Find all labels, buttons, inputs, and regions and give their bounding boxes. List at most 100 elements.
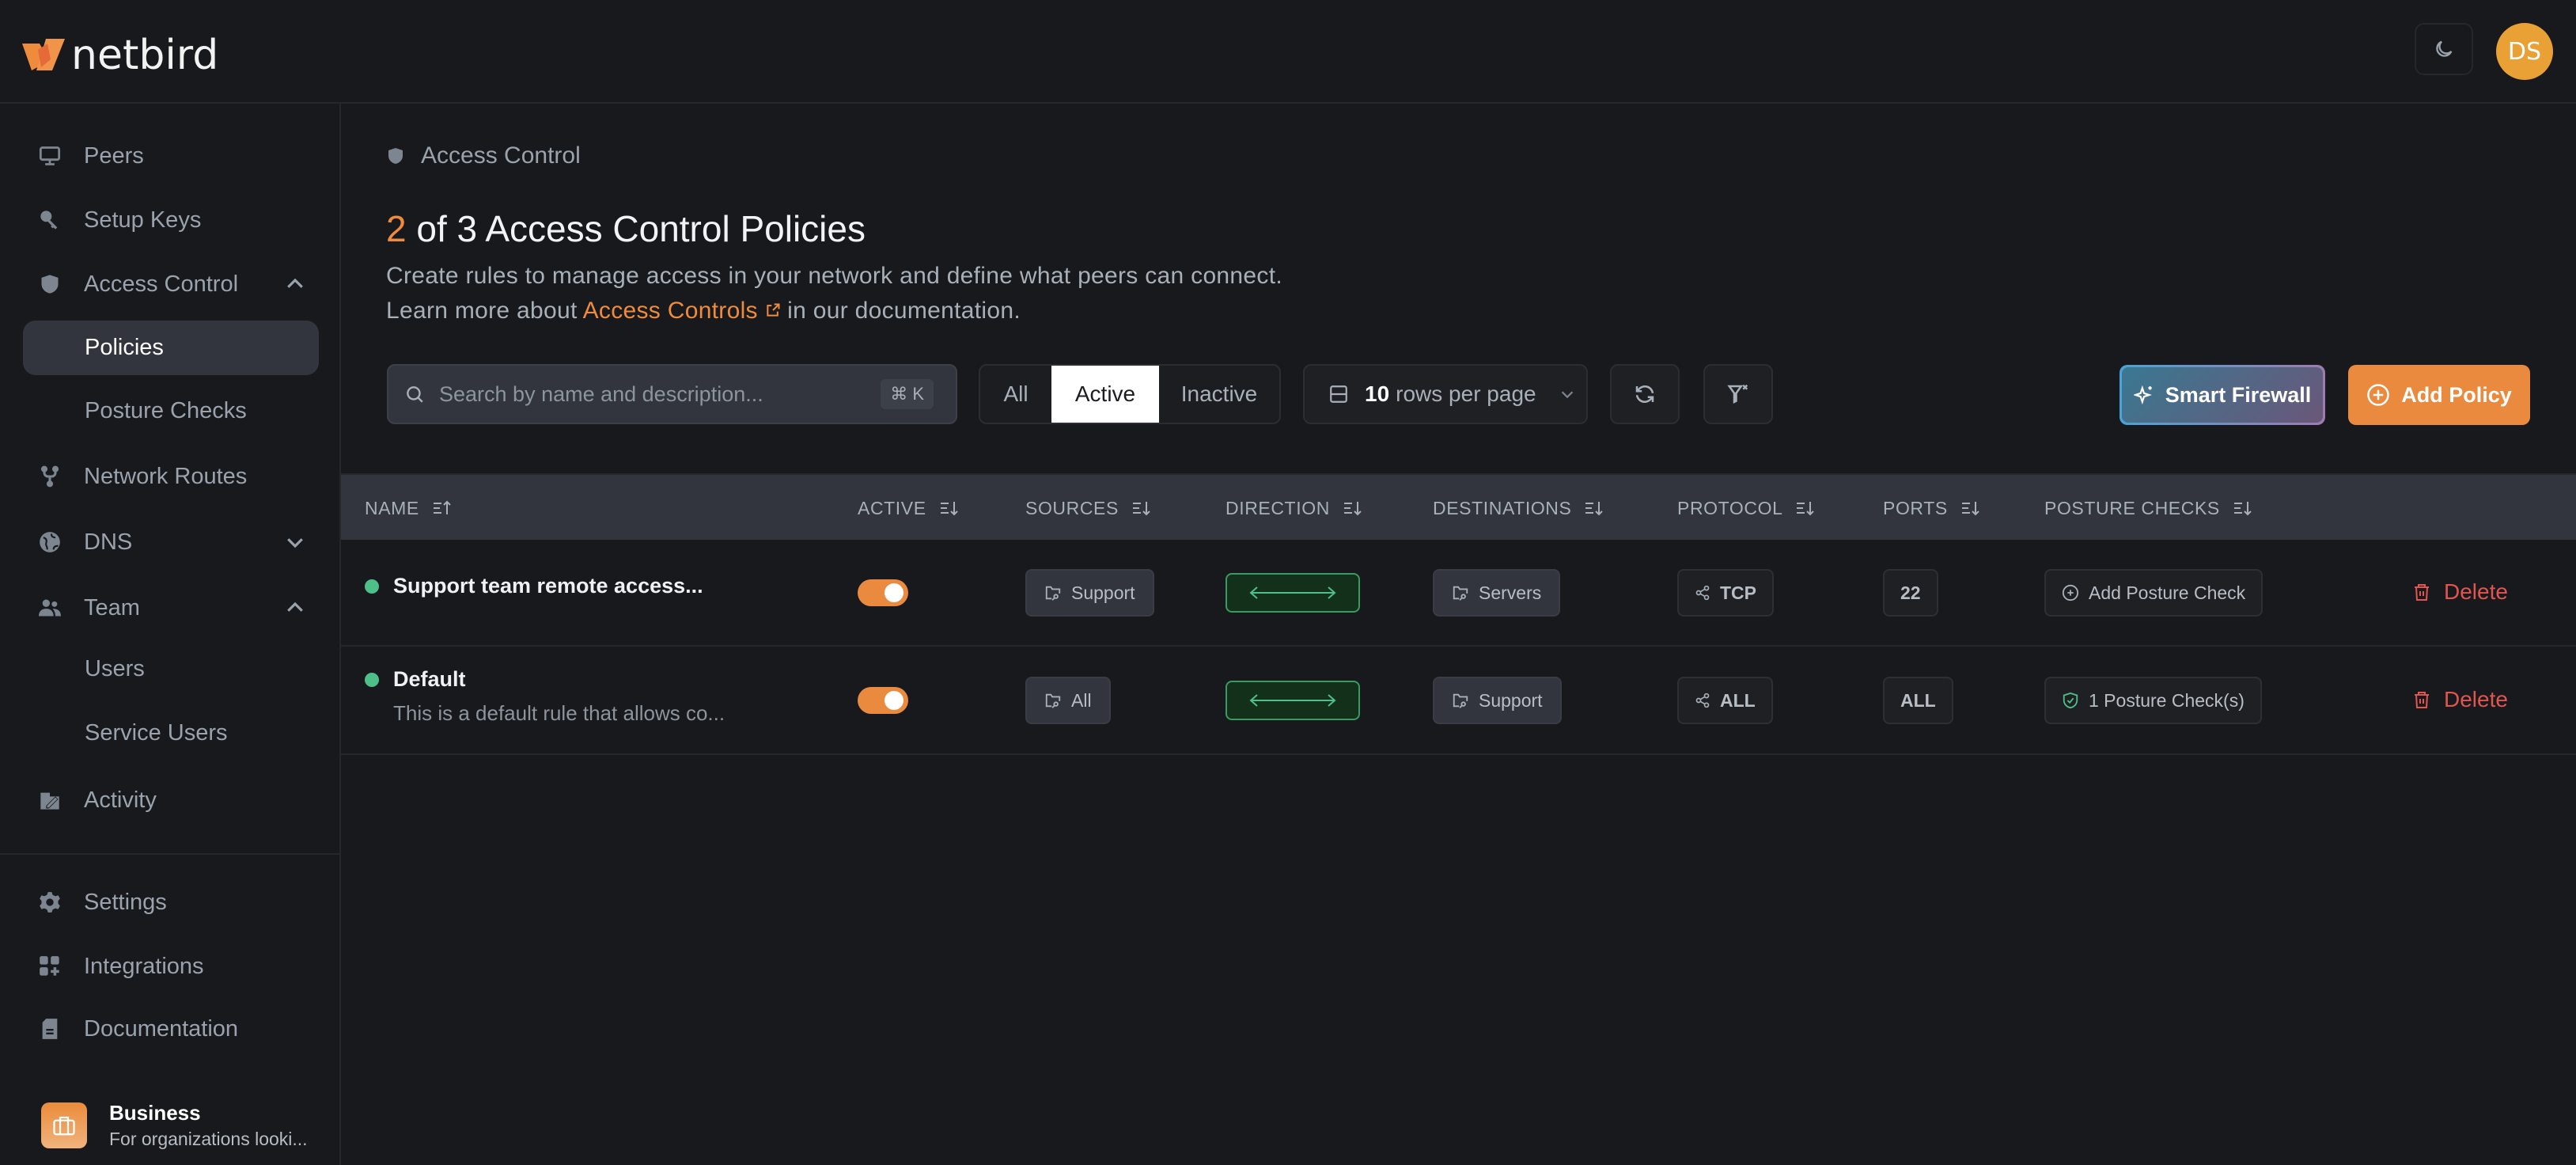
title-text: of 3 Access Control Policies bbox=[406, 208, 866, 249]
delete-cell: Delete bbox=[2412, 687, 2508, 712]
column-header-ports[interactable]: PORTS bbox=[1883, 475, 1981, 541]
column-header-posture-checks[interactable]: POSTURE CHECKS bbox=[2044, 475, 2253, 541]
chevron-up-icon bbox=[287, 278, 303, 288]
app-name: netbird bbox=[71, 32, 219, 79]
status-dot bbox=[365, 579, 379, 594]
delete-button[interactable]: Delete bbox=[2412, 687, 2508, 712]
sidebar-item-label: Integrations bbox=[84, 953, 204, 979]
ports-cell: ALL bbox=[1883, 677, 1953, 724]
column-header-active[interactable]: ACTIVE bbox=[858, 475, 960, 541]
share-nodes-icon bbox=[1695, 585, 1710, 601]
table-header: NAME ACTIVE SOURCES DIRECTION DESTINATIO… bbox=[341, 473, 2576, 540]
status-dot bbox=[365, 672, 379, 687]
trash-icon bbox=[2415, 584, 2429, 601]
policy-name-cell: Default This is a default rule that allo… bbox=[365, 667, 725, 726]
shield-check-icon bbox=[2063, 692, 2078, 709]
page-title: 2 of 3 Access Control Policies bbox=[386, 207, 866, 250]
active-count: 2 bbox=[386, 208, 407, 249]
sidebar-item-settings[interactable]: Settings bbox=[38, 878, 307, 926]
destination-group-chip[interactable]: Servers bbox=[1433, 569, 1561, 617]
policy-name-cell: Support team remote access... bbox=[365, 574, 703, 598]
direction-badge[interactable] bbox=[1225, 681, 1360, 720]
add-policy-button[interactable]: Add Policy bbox=[2348, 365, 2530, 425]
column-header-destinations[interactable]: DESTINATIONS bbox=[1433, 475, 1604, 541]
column-header-name[interactable]: NAME bbox=[365, 475, 453, 541]
policy-name[interactable]: Default bbox=[393, 667, 466, 692]
delete-button[interactable]: Delete bbox=[2412, 579, 2508, 605]
active-toggle[interactable] bbox=[858, 579, 908, 606]
smart-firewall-button[interactable]: Smart Firewall bbox=[2120, 365, 2325, 425]
sidebar-item-documentation[interactable]: Documentation bbox=[38, 1005, 307, 1053]
sidebar-item-label: Network Routes bbox=[84, 463, 248, 489]
sort-descending-icon bbox=[1343, 502, 1362, 516]
trash-icon bbox=[2415, 692, 2429, 708]
plan-card[interactable]: Business For organizations looki... bbox=[41, 1101, 308, 1150]
sidebar-divider bbox=[0, 853, 340, 855]
posture-checks-cell: 1 Posture Check(s) bbox=[2044, 677, 2262, 724]
source-group-chip[interactable]: Support bbox=[1025, 569, 1154, 617]
shield-icon bbox=[388, 148, 403, 164]
rows-per-page-select[interactable]: 10 rows per page bbox=[1303, 364, 1588, 424]
sidebar-item-label: Posture Checks bbox=[85, 398, 247, 423]
posture-checks-badge[interactable]: 1 Posture Check(s) bbox=[2044, 677, 2262, 724]
destination-group-chip[interactable]: Support bbox=[1433, 677, 1562, 724]
table-row[interactable]: Default This is a default rule that allo… bbox=[341, 647, 2576, 755]
table-row[interactable]: Support team remote access... Support Se… bbox=[341, 540, 2576, 647]
active-toggle[interactable] bbox=[858, 687, 908, 714]
moon-icon bbox=[2436, 40, 2453, 57]
sidebar-item-integrations[interactable]: Integrations bbox=[38, 943, 307, 990]
destinations-cell: Servers bbox=[1433, 569, 1561, 617]
column-header-direction[interactable]: DIRECTION bbox=[1225, 475, 1363, 541]
protocol-cell: TCP bbox=[1677, 569, 1774, 617]
sidebar-item-users[interactable]: Users bbox=[23, 642, 319, 696]
sidebar-item-network-routes[interactable]: Network Routes bbox=[38, 453, 307, 500]
activity-edit-icon bbox=[38, 788, 62, 812]
sidebar-item-posture-checks[interactable]: Posture Checks bbox=[23, 384, 319, 438]
filter-all[interactable]: All bbox=[980, 366, 1051, 423]
sidebar-item-peers[interactable]: Peers bbox=[38, 132, 307, 180]
sidebar-item-label: DNS bbox=[84, 529, 133, 555]
sort-descending-icon bbox=[1797, 502, 1815, 516]
search-input[interactable] bbox=[439, 381, 850, 407]
sidebar-item-label: Policies bbox=[85, 335, 164, 360]
column-header-protocol[interactable]: PROTOCOL bbox=[1677, 475, 1816, 541]
refresh-button[interactable] bbox=[1610, 364, 1680, 424]
access-controls-docs-link[interactable]: Access Controls bbox=[583, 298, 781, 324]
search-icon bbox=[407, 386, 423, 403]
sidebar-item-activity[interactable]: Activity bbox=[38, 776, 307, 824]
sort-descending-icon bbox=[940, 502, 958, 516]
add-posture-check-button[interactable]: Add Posture Check bbox=[2044, 569, 2263, 617]
sidebar-item-team[interactable]: Team bbox=[38, 584, 307, 632]
clear-filters-button[interactable] bbox=[1703, 364, 1773, 424]
sidebar-item-setup-keys[interactable]: Setup Keys bbox=[38, 196, 307, 244]
column-header-sources[interactable]: SOURCES bbox=[1025, 475, 1152, 541]
user-avatar[interactable]: DS bbox=[2496, 23, 2553, 80]
sidebar-item-label: Settings bbox=[84, 889, 167, 915]
chevron-up-icon bbox=[287, 601, 303, 612]
protocol-badge: TCP bbox=[1677, 569, 1774, 617]
sidebar-item-service-users[interactable]: Service Users bbox=[23, 706, 319, 761]
users-icon bbox=[38, 596, 62, 620]
direction-badge[interactable] bbox=[1225, 573, 1360, 613]
sources-cell: All bbox=[1025, 677, 1111, 724]
active-cell bbox=[858, 579, 908, 606]
sidebar-item-label: Users bbox=[85, 656, 145, 681]
filter-inactive[interactable]: Inactive bbox=[1159, 366, 1279, 423]
sidebar-item-policies[interactable]: Policies bbox=[23, 321, 319, 375]
posture-checks-cell: Add Posture Check bbox=[2044, 569, 2263, 617]
delete-cell: Delete bbox=[2412, 579, 2508, 605]
gear-icon bbox=[38, 890, 62, 914]
sidebar-item-access-control[interactable]: Access Control bbox=[38, 260, 307, 308]
bidirectional-arrow-icon bbox=[1249, 694, 1336, 707]
source-group-chip[interactable]: All bbox=[1025, 677, 1111, 724]
active-cell bbox=[858, 687, 908, 714]
theme-toggle-button[interactable] bbox=[2415, 23, 2473, 75]
sidebar-item-label: Team bbox=[84, 594, 140, 620]
filter-active[interactable]: Active bbox=[1051, 366, 1159, 423]
netbird-logo[interactable]: netbird bbox=[22, 32, 218, 79]
rows-per-page-value: 10 bbox=[1365, 381, 1390, 406]
breadcrumb-item[interactable]: Access Control bbox=[421, 142, 581, 169]
chevron-down-icon bbox=[287, 538, 303, 548]
sidebar-item-dns[interactable]: DNS bbox=[38, 518, 307, 566]
policy-name[interactable]: Support team remote access... bbox=[393, 574, 703, 598]
